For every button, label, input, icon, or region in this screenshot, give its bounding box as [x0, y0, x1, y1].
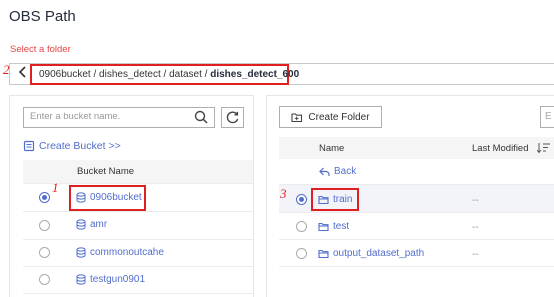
column-name: Name: [319, 143, 345, 154]
annotation-number-2: 2: [3, 62, 10, 77]
last-modified-value: --: [472, 249, 479, 260]
folder-radio-selected[interactable]: [296, 194, 307, 205]
folder-icon: [318, 249, 329, 258]
back-arrow-icon: [319, 167, 330, 176]
bucket-icon: [76, 274, 86, 285]
bucket-row-0906bucket[interactable]: 0906bucket: [76, 192, 142, 203]
folder-name: test: [333, 221, 350, 232]
bucket-radio[interactable]: [39, 247, 50, 258]
folder-icon: [318, 222, 329, 231]
refresh-icon: [226, 111, 239, 124]
row-divider: [279, 239, 554, 240]
bucket-radio[interactable]: [39, 274, 50, 285]
bucket-create-icon: [23, 140, 35, 152]
last-modified-value: --: [472, 222, 479, 233]
folder-add-icon: [291, 112, 303, 122]
row-divider: [279, 212, 554, 213]
toolbar-button-partial[interactable]: E: [540, 106, 554, 128]
row-divider: [279, 266, 554, 267]
select-folder-label: Select a folder: [10, 44, 71, 55]
breadcrumb-current: dishes_detect_600: [210, 69, 300, 80]
breadcrumb-path: 0906bucket / dishes_detect / dataset / d…: [30, 64, 299, 85]
back-link[interactable]: Back: [319, 166, 356, 177]
folder-icon: [318, 195, 329, 204]
bucket-icon: [76, 192, 86, 203]
row-divider: [23, 211, 253, 212]
annotation-number-3: 3: [280, 186, 287, 201]
bucket-name: 0906bucket: [90, 192, 142, 203]
bucket-row-commonoutcahe[interactable]: commonoutcahe: [76, 247, 164, 258]
search-icon[interactable]: [193, 109, 209, 125]
create-folder-button[interactable]: Create Folder: [279, 106, 382, 128]
row-divider: [23, 266, 253, 267]
bucket-name: testgun0901: [90, 274, 146, 285]
bucket-row-amr[interactable]: amr: [76, 219, 107, 230]
breadcrumb-prefix[interactable]: 0906bucket / dishes_detect / dataset /: [39, 69, 210, 80]
folder-row-test[interactable]: test: [318, 221, 349, 232]
page-title: OBS Path: [9, 8, 76, 25]
create-bucket-link[interactable]: Create Bucket >>: [23, 140, 121, 152]
bucket-name: commonoutcahe: [90, 247, 164, 258]
search-placeholder: Enter a bucket name.: [30, 111, 121, 122]
folder-row-output-dataset-path[interactable]: output_dataset_path: [318, 248, 424, 259]
last-modified-value: --: [472, 195, 479, 206]
row-divider: [23, 293, 253, 294]
column-last-modified[interactable]: Last Modified: [472, 143, 529, 154]
bucket-radio-selected[interactable]: [39, 192, 50, 203]
bucket-icon: [76, 219, 86, 230]
column-bucket-name: Bucket Name: [77, 166, 135, 177]
annotation-number-1: 1: [52, 180, 59, 195]
bucket-icon: [76, 247, 86, 258]
sort-icon[interactable]: [536, 141, 551, 154]
bucket-radio[interactable]: [39, 220, 50, 231]
chevron-left-icon[interactable]: [16, 66, 30, 82]
folder-radio[interactable]: [296, 248, 307, 259]
create-bucket-label: Create Bucket >>: [39, 140, 121, 152]
row-divider: [23, 239, 253, 240]
bucket-name: amr: [90, 219, 108, 230]
folder-name: output_dataset_path: [333, 248, 425, 259]
bucket-row-testgun0901[interactable]: testgun0901: [76, 274, 145, 285]
back-label: Back: [334, 166, 357, 177]
refresh-button[interactable]: [221, 107, 244, 128]
folder-name: train: [333, 194, 353, 205]
create-folder-label: Create Folder: [308, 111, 370, 123]
folder-row-train[interactable]: train: [318, 194, 352, 205]
folder-radio[interactable]: [296, 221, 307, 232]
